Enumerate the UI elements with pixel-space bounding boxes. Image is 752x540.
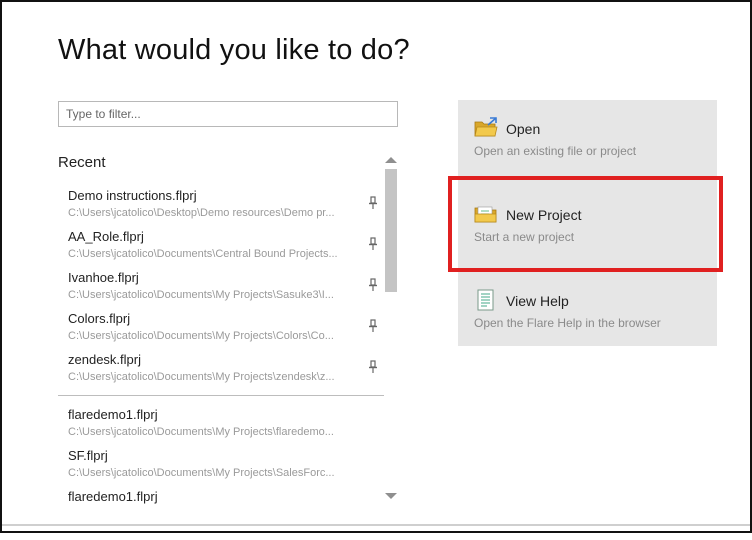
page-title: What would you like to do?	[58, 34, 410, 66]
recent-item-name: flaredemo1.flprj	[68, 489, 158, 504]
pin-icon[interactable]	[368, 237, 378, 251]
help-document-icon	[477, 289, 494, 311]
recent-item[interactable]: zendesk.flprj C:\Users\jcatolico\Documen…	[58, 346, 380, 386]
open-button[interactable]: Open Open an existing file or project	[458, 100, 717, 180]
open-folder-icon	[474, 117, 498, 137]
pin-icon[interactable]	[368, 196, 378, 210]
scroll-down-arrow-icon[interactable]	[385, 493, 397, 499]
recent-item-path: C:\Users\jcatolico\Desktop\Demo resource…	[68, 207, 335, 219]
recent-item-name: SF.flprj	[68, 448, 108, 463]
view-help-button[interactable]: View Help Open the Flare Help in the bro…	[458, 272, 717, 352]
start-dialog: What would you like to do? Recent Demo i…	[0, 0, 752, 533]
bottom-edge	[2, 524, 750, 526]
new-project-title: New Project	[506, 207, 582, 223]
recent-item-path: C:\Users\jcatolico\Documents\My Projects…	[68, 330, 334, 342]
recent-item[interactable]: SF.flprj C:\Users\jcatolico\Documents\My…	[58, 442, 380, 482]
recent-item[interactable]: Ivanhoe.flprj C:\Users\jcatolico\Documen…	[58, 264, 380, 304]
scrollbar-thumb[interactable]	[385, 169, 397, 292]
pin-icon[interactable]	[368, 319, 378, 333]
recent-item[interactable]: flaredemo1.flprj	[58, 483, 380, 507]
scroll-up-arrow-icon[interactable]	[385, 157, 397, 163]
recent-item-path: C:\Users\jcatolico\Documents\My Projects…	[68, 426, 334, 438]
recent-item-path: C:\Users\jcatolico\Documents\Central Bou…	[68, 248, 338, 260]
recent-item[interactable]: Demo instructions.flprj C:\Users\jcatoli…	[58, 182, 380, 222]
recent-item-path: C:\Users\jcatolico\Documents\My Projects…	[68, 289, 334, 301]
pinned-divider	[58, 395, 384, 396]
pin-icon[interactable]	[368, 278, 378, 292]
recent-item[interactable]: flaredemo1.flprj C:\Users\jcatolico\Docu…	[58, 401, 380, 441]
new-project-button[interactable]: New Project Start a new project	[458, 186, 717, 266]
new-project-description: Start a new project	[474, 230, 575, 244]
new-project-folder-icon	[474, 206, 497, 223]
recent-item[interactable]: Colors.flprj C:\Users\jcatolico\Document…	[58, 305, 380, 345]
pin-icon[interactable]	[368, 360, 378, 374]
recent-item-name: Ivanhoe.flprj	[68, 270, 139, 285]
view-help-description: Open the Flare Help in the browser	[474, 316, 661, 330]
view-help-title: View Help	[506, 293, 569, 309]
open-title: Open	[506, 121, 541, 137]
recent-item-name: zendesk.flprj	[68, 352, 141, 367]
recent-item-name: Demo instructions.flprj	[68, 188, 197, 203]
recent-item-path: C:\Users\jcatolico\Documents\My Projects…	[68, 371, 335, 383]
actions-panel: Open Open an existing file or project Ne…	[458, 100, 717, 346]
open-description: Open an existing file or project	[474, 144, 637, 158]
recent-item[interactable]: AA_Role.flprj C:\Users\jcatolico\Documen…	[58, 223, 380, 263]
recent-item-name: AA_Role.flprj	[68, 229, 144, 244]
filter-input[interactable]	[58, 101, 398, 127]
recent-item-name: flaredemo1.flprj	[68, 407, 158, 422]
recent-item-path: C:\Users\jcatolico\Documents\My Projects…	[68, 467, 335, 479]
recent-heading: Recent	[58, 154, 106, 171]
recent-item-name: Colors.flprj	[68, 311, 131, 326]
